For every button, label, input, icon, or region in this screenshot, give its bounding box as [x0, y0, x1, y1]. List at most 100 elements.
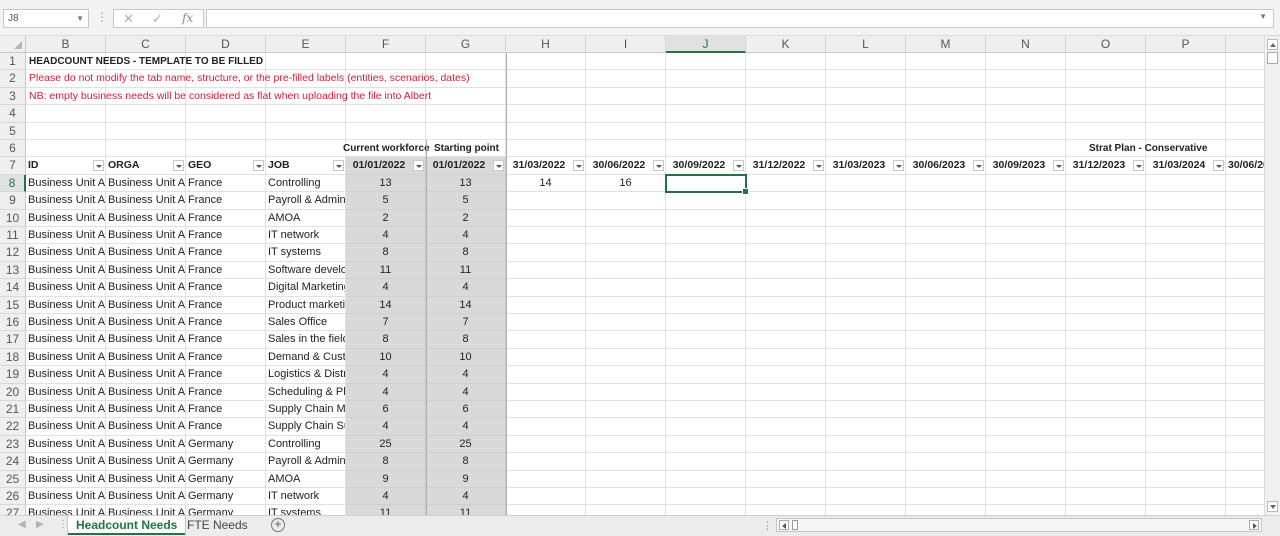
need-cell-h[interactable]: [506, 348, 586, 367]
grid-cell[interactable]: [666, 105, 746, 123]
grid-cell[interactable]: [506, 87, 586, 106]
row-header-13[interactable]: 13: [0, 261, 26, 280]
grid-cell[interactable]: [1146, 418, 1226, 436]
grid-cell[interactable]: [1226, 366, 1264, 384]
grid-cell[interactable]: [1066, 331, 1146, 349]
grid-cell[interactable]: [906, 227, 986, 245]
grid-cell[interactable]: [1066, 261, 1146, 280]
job-cell[interactable]: IT systems: [266, 244, 346, 262]
grid-cell[interactable]: [986, 122, 1066, 140]
grid-cell[interactable]: [746, 418, 826, 436]
grid-cell[interactable]: [746, 174, 826, 193]
need-cell-h[interactable]: [506, 331, 586, 349]
grid-cell[interactable]: [906, 244, 986, 262]
grid-cell[interactable]: [986, 331, 1066, 349]
grid-cell[interactable]: [1226, 227, 1264, 245]
starting-point-cell[interactable]: 7: [426, 314, 506, 332]
starting-point-cell[interactable]: 4: [426, 279, 506, 297]
job-cell[interactable]: Sales in the field: [266, 331, 346, 349]
need-cell-i[interactable]: [586, 470, 666, 488]
prev-sheet-icon[interactable]: ◀: [18, 519, 26, 530]
grid-cell[interactable]: [746, 70, 826, 88]
column-header-d[interactable]: D: [186, 36, 266, 53]
grid-cell[interactable]: [826, 383, 906, 401]
starting-point-cell[interactable]: 11: [426, 505, 506, 515]
grid-cell[interactable]: [506, 140, 586, 158]
id-cell[interactable]: Business Unit A / France / Software deve…: [26, 261, 106, 280]
orga-cell[interactable]: Business Unit A: [106, 192, 186, 210]
need-cell-h[interactable]: [506, 192, 586, 210]
filter-dropdown-icon[interactable]: [733, 160, 744, 172]
id-cell[interactable]: Business Unit A / France / Digital Marke…: [26, 279, 106, 297]
grid-cell[interactable]: [1146, 453, 1226, 471]
grid-cell[interactable]: [1226, 436, 1264, 454]
job-cell[interactable]: Payroll & Administration: [266, 453, 346, 471]
current-workforce-cell[interactable]: 8: [346, 453, 426, 471]
geo-cell[interactable]: France: [186, 401, 266, 419]
geo-cell[interactable]: France: [186, 314, 266, 332]
column-header-n[interactable]: N: [986, 36, 1066, 53]
grid-cell[interactable]: [986, 488, 1066, 506]
grid-cell[interactable]: [986, 279, 1066, 297]
need-cell-h[interactable]: [506, 314, 586, 332]
starting-point-cell[interactable]: 2: [426, 209, 506, 227]
need-cell-i[interactable]: [586, 244, 666, 262]
job-cell[interactable]: AMOA: [266, 209, 346, 227]
grid-cell[interactable]: [826, 192, 906, 210]
job-cell[interactable]: IT network: [266, 488, 346, 506]
grid-cell[interactable]: [826, 418, 906, 436]
name-box[interactable]: J8 ▼: [3, 9, 89, 28]
need-cell-h[interactable]: [506, 261, 586, 280]
id-cell[interactable]: Business Unit A / France / Product marke…: [26, 296, 106, 314]
job-cell[interactable]: Supply Chain Support: [266, 418, 346, 436]
grid-cell[interactable]: [986, 244, 1066, 262]
orga-cell[interactable]: Business Unit A: [106, 488, 186, 506]
geo-cell[interactable]: France: [186, 244, 266, 262]
job-cell[interactable]: Digital Marketing: [266, 279, 346, 297]
grid-cell[interactable]: [986, 87, 1066, 106]
grid-cell[interactable]: [986, 383, 1066, 401]
grid-cell[interactable]: [26, 140, 106, 158]
row-header-25[interactable]: 25: [0, 470, 26, 488]
grid-cell[interactable]: [1146, 366, 1226, 384]
orga-cell[interactable]: Business Unit A: [106, 366, 186, 384]
grid-cell[interactable]: [906, 209, 986, 227]
grid-cell[interactable]: [586, 105, 666, 123]
starting-point-cell[interactable]: 5: [426, 192, 506, 210]
grid-cell[interactable]: [426, 87, 506, 106]
id-cell[interactable]: Business Unit A / France / Sales Office: [26, 314, 106, 332]
grid-cell[interactable]: [506, 105, 586, 123]
starting-point-cell[interactable]: 9: [426, 470, 506, 488]
grid-cell[interactable]: [826, 348, 906, 367]
grid-cell[interactable]: [826, 227, 906, 245]
current-workforce-cell[interactable]: 8: [346, 331, 426, 349]
grid-cell[interactable]: [1146, 488, 1226, 506]
grid-cell[interactable]: [746, 261, 826, 280]
grid-cell[interactable]: [1066, 348, 1146, 367]
grid-cell[interactable]: [826, 87, 906, 106]
current-workforce-cell[interactable]: 2: [346, 209, 426, 227]
grid-cell[interactable]: [1146, 383, 1226, 401]
job-cell[interactable]: Product marketing: [266, 296, 346, 314]
column-header-p[interactable]: P: [1146, 36, 1226, 53]
need-cell-i[interactable]: [586, 401, 666, 419]
grid-cell[interactable]: [906, 279, 986, 297]
grid-cell[interactable]: [666, 122, 746, 140]
grid-cell[interactable]: [1066, 53, 1146, 71]
grid-cell[interactable]: [906, 105, 986, 123]
job-cell[interactable]: Supply Chain Management: [266, 401, 346, 419]
row-header-10[interactable]: 10: [0, 209, 26, 227]
grid-cell[interactable]: [746, 435, 826, 454]
need-cell-h[interactable]: [506, 470, 586, 488]
grid-cell[interactable]: [666, 418, 746, 436]
current-workforce-cell[interactable]: 4: [346, 488, 426, 506]
row-header-19[interactable]: 19: [0, 366, 26, 384]
grid-cell[interactable]: [1066, 209, 1146, 227]
grid-cell[interactable]: [186, 122, 266, 140]
column-header-e[interactable]: E: [266, 36, 346, 53]
grid-cell[interactable]: [1226, 88, 1264, 106]
grid-cell[interactable]: [986, 261, 1066, 280]
filter-dropdown-icon[interactable]: [1053, 160, 1064, 172]
grid-cell[interactable]: [746, 87, 826, 106]
column-header-o[interactable]: O: [1066, 36, 1146, 53]
